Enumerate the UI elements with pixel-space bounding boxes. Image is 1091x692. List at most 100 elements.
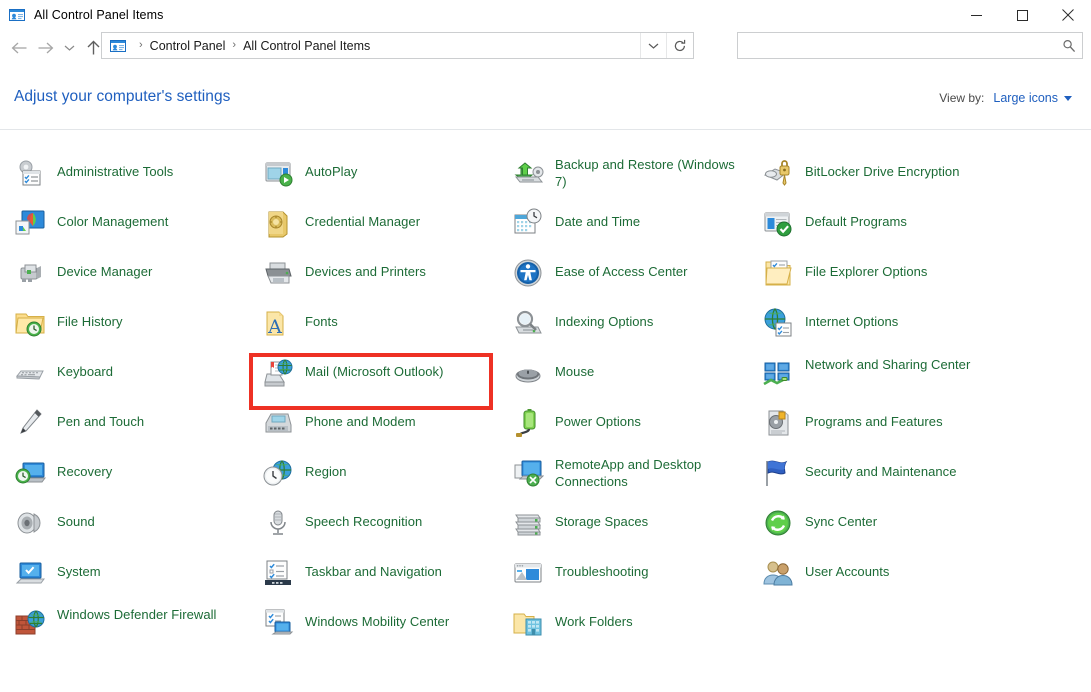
control-panel-item[interactable]: Work Folders bbox=[512, 606, 748, 650]
maximize-button[interactable] bbox=[999, 0, 1045, 30]
control-panel-item-label[interactable]: AutoPlay bbox=[305, 156, 357, 180]
control-panel-item-label[interactable]: Sync Center bbox=[805, 506, 877, 530]
control-panel-item-label[interactable]: Mouse bbox=[555, 356, 594, 380]
view-by-control[interactable]: View by: Large icons bbox=[939, 91, 1072, 105]
control-panel-item[interactable]: Internet Options bbox=[762, 306, 1062, 350]
control-panel-item-label[interactable]: Mail (Microsoft Outlook) bbox=[305, 356, 443, 380]
title-bar: All Control Panel Items bbox=[0, 0, 1091, 30]
breadcrumb-item-all-control-panel-items[interactable]: All Control Panel Items bbox=[243, 39, 370, 53]
control-panel-item-label[interactable]: Indexing Options bbox=[555, 306, 653, 330]
control-panel-item-label[interactable]: Default Programs bbox=[805, 206, 907, 230]
address-bar[interactable]: › Control Panel › All Control Panel Item… bbox=[101, 32, 694, 59]
control-panel-item[interactable]: RemoteApp and Desktop Connections bbox=[512, 456, 748, 500]
search-box[interactable] bbox=[737, 32, 1083, 59]
recent-locations-chevron-icon[interactable] bbox=[58, 35, 80, 61]
control-panel-item[interactable]: Devices and Printers bbox=[262, 256, 498, 300]
control-panel-item[interactable]: Speech Recognition bbox=[262, 506, 498, 550]
caret-down-icon[interactable] bbox=[1064, 95, 1072, 101]
control-panel-item[interactable]: Network and Sharing Center bbox=[762, 356, 1062, 400]
chevron-down-icon[interactable] bbox=[640, 33, 666, 58]
control-panel-item-label[interactable]: Taskbar and Navigation bbox=[305, 556, 442, 580]
devices-and-printers-icon bbox=[262, 257, 294, 289]
control-panel-item-label[interactable]: Programs and Features bbox=[805, 406, 943, 430]
control-panel-item[interactable]: Recovery bbox=[14, 456, 250, 500]
control-panel-item-label[interactable]: RemoteApp and Desktop Connections bbox=[555, 456, 748, 490]
control-panel-item-label[interactable]: Recovery bbox=[57, 456, 112, 480]
control-panel-item-label[interactable]: Phone and Modem bbox=[305, 406, 416, 430]
control-panel-item-label[interactable]: Troubleshooting bbox=[555, 556, 649, 580]
control-panel-item-label[interactable]: Power Options bbox=[555, 406, 641, 430]
control-panel-item-label[interactable]: Date and Time bbox=[555, 206, 640, 230]
control-panel-item-label[interactable]: Network and Sharing Center bbox=[805, 356, 970, 373]
forward-arrow[interactable] bbox=[32, 35, 58, 61]
control-panel-item-label[interactable]: Speech Recognition bbox=[305, 506, 422, 530]
control-panel-item-label[interactable]: Keyboard bbox=[57, 356, 113, 380]
control-panel-item[interactable]: Storage Spaces bbox=[512, 506, 748, 550]
control-panel-item-label[interactable]: File History bbox=[57, 306, 123, 330]
breadcrumb-item-control-panel[interactable]: Control Panel bbox=[150, 39, 226, 53]
control-panel-item-label[interactable]: Administrative Tools bbox=[57, 156, 173, 180]
control-panel-item-label[interactable]: System bbox=[57, 556, 101, 580]
control-panel-item[interactable]: Ease of Access Center bbox=[512, 256, 748, 300]
control-panel-item-label[interactable]: Ease of Access Center bbox=[555, 256, 688, 280]
control-panel-item[interactable]: Taskbar and Navigation bbox=[262, 556, 498, 600]
control-panel-item[interactable]: Date and Time bbox=[512, 206, 748, 250]
control-panel-item-label[interactable]: Storage Spaces bbox=[555, 506, 648, 530]
control-panel-item[interactable]: BitLocker Drive Encryption bbox=[762, 156, 1062, 200]
minimize-button[interactable] bbox=[953, 0, 999, 30]
control-panel-item-label[interactable]: Pen and Touch bbox=[57, 406, 144, 430]
control-panel-item-label[interactable]: Internet Options bbox=[805, 306, 898, 330]
control-panel-item[interactable]: Indexing Options bbox=[512, 306, 748, 350]
control-panel-item-label[interactable]: User Accounts bbox=[805, 556, 889, 580]
search-input[interactable] bbox=[738, 34, 1056, 57]
windows-defender-firewall-icon bbox=[14, 607, 46, 639]
control-panel-item-label[interactable]: Fonts bbox=[305, 306, 338, 330]
control-panel-item[interactable]: Color Management bbox=[14, 206, 250, 250]
control-panel-item[interactable]: File Explorer Options bbox=[762, 256, 1062, 300]
control-panel-item[interactable]: Administrative Tools bbox=[14, 156, 250, 200]
control-panel-item[interactable]: Mail (Microsoft Outlook) bbox=[262, 356, 498, 400]
control-panel-item[interactable]: Credential Manager bbox=[262, 206, 498, 250]
control-panel-item[interactable]: Programs and Features bbox=[762, 406, 1062, 450]
control-panel-item[interactable]: Windows Mobility Center bbox=[262, 606, 498, 650]
control-panel-item[interactable]: User Accounts bbox=[762, 556, 1062, 600]
refresh-icon[interactable] bbox=[666, 33, 693, 58]
control-panel-item[interactable]: Region bbox=[262, 456, 498, 500]
control-panel-item[interactable]: Pen and Touch bbox=[14, 406, 250, 450]
control-panel-item-label[interactable]: Color Management bbox=[57, 206, 168, 230]
control-panel-item[interactable]: Troubleshooting bbox=[512, 556, 748, 600]
control-panel-item-label[interactable]: Region bbox=[305, 456, 347, 480]
view-by-value[interactable]: Large icons bbox=[993, 91, 1058, 105]
control-panel-item[interactable]: Security and Maintenance bbox=[762, 456, 1062, 500]
control-panel-item[interactable]: Keyboard bbox=[14, 356, 250, 400]
control-panel-item-label[interactable]: Devices and Printers bbox=[305, 256, 426, 280]
control-panel-item[interactable]: Power Options bbox=[512, 406, 748, 450]
control-panel-item[interactable]: A Fonts bbox=[262, 306, 498, 350]
control-panel-item-label[interactable]: BitLocker Drive Encryption bbox=[805, 156, 959, 180]
control-panel-item-label[interactable]: Work Folders bbox=[555, 606, 633, 630]
control-panel-item-label[interactable]: Windows Mobility Center bbox=[305, 606, 449, 630]
control-panel-item[interactable]: Device Manager bbox=[14, 256, 250, 300]
control-panel-item-label[interactable]: Backup and Restore (Windows 7) bbox=[555, 156, 748, 190]
control-panel-item-label[interactable]: Security and Maintenance bbox=[805, 456, 957, 480]
control-panel-item[interactable]: Phone and Modem bbox=[262, 406, 498, 450]
control-panel-item-label[interactable]: Sound bbox=[57, 506, 95, 530]
control-panel-item[interactable]: Windows Defender Firewall bbox=[14, 606, 250, 650]
control-panel-item-label[interactable]: Credential Manager bbox=[305, 206, 420, 230]
control-panel-item[interactable]: Backup and Restore (Windows 7) bbox=[512, 156, 748, 200]
control-panel-item-label[interactable]: Device Manager bbox=[57, 256, 152, 280]
control-panel-item[interactable]: Default Programs bbox=[762, 206, 1062, 250]
close-button[interactable] bbox=[1045, 0, 1091, 30]
control-panel-item[interactable]: System bbox=[14, 556, 250, 600]
control-panel-item[interactable]: Sync Center bbox=[762, 506, 1062, 550]
control-panel-item-grid: Administrative Tools Color Management Devi… bbox=[0, 140, 1091, 692]
control-panel-item[interactable]: File History bbox=[14, 306, 250, 350]
control-panel-item-label[interactable]: Windows Defender Firewall bbox=[57, 606, 216, 623]
region-icon bbox=[262, 457, 294, 489]
control-panel-item[interactable]: Mouse bbox=[512, 356, 748, 400]
search-icon[interactable] bbox=[1056, 33, 1082, 58]
back-arrow[interactable] bbox=[6, 35, 32, 61]
control-panel-item[interactable]: AutoPlay bbox=[262, 156, 498, 200]
control-panel-item[interactable]: Sound bbox=[14, 506, 250, 550]
control-panel-item-label[interactable]: File Explorer Options bbox=[805, 256, 927, 280]
